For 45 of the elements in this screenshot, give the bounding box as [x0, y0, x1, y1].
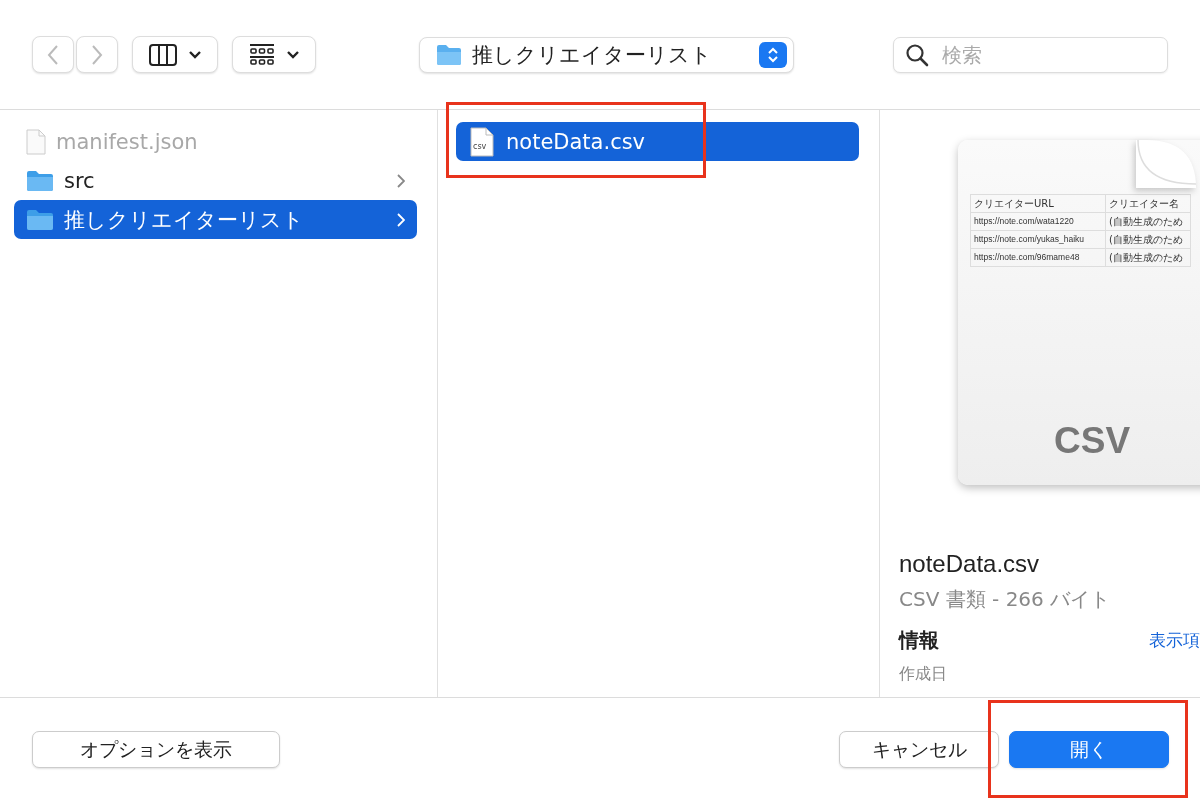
search-field[interactable]: 検索 — [893, 36, 1168, 73]
chevron-down-icon — [287, 50, 299, 59]
columns-icon — [149, 43, 177, 66]
file-type-label: CSV — [1054, 420, 1131, 462]
table-cell: (自動生成のため — [1106, 249, 1191, 267]
stepper-icon — [759, 41, 787, 68]
table-cell: https://note.com/96mame48 — [971, 249, 1106, 267]
chevron-down-icon — [189, 50, 201, 59]
back-icon — [46, 43, 60, 66]
file-name: noteData.csv — [899, 550, 1041, 578]
table-cell: https://note.com/yukas_haiku — [971, 231, 1106, 249]
created-label: 作成日 — [899, 664, 948, 685]
table-cell: クリエイター名 — [1106, 195, 1191, 213]
show-more-link[interactable]: 表示項 — [1149, 629, 1200, 652]
file-type-label: csv — [473, 142, 487, 151]
folder-icon — [26, 208, 54, 231]
forward-icon — [90, 43, 104, 66]
search-icon — [905, 42, 929, 67]
cancel-button[interactable]: キャンセル — [839, 731, 999, 768]
file-icon — [26, 128, 46, 155]
folder-icon — [26, 169, 54, 192]
sidebar-item[interactable]: src — [14, 161, 417, 200]
path-popup[interactable]: 推しクリエイターリスト — [419, 36, 794, 73]
csv-file-icon — [470, 126, 494, 157]
column-view-button[interactable] — [132, 36, 218, 73]
options-button[interactable]: オプションを表示 — [32, 731, 280, 768]
group-button[interactable] — [232, 36, 316, 73]
item-name: src — [64, 168, 96, 193]
item-name: manifest.json — [56, 129, 199, 154]
item-name: 推しクリエイターリスト — [64, 206, 305, 234]
folder-icon — [436, 43, 462, 66]
file-kind-size: CSV 書類 - 266 バイト — [899, 586, 1112, 613]
info-heading: 情報 — [899, 627, 939, 654]
sidebar-item[interactable]: 推しクリエイターリスト — [14, 200, 417, 239]
file-name: noteData.csv — [506, 129, 646, 154]
chevron-icon — [397, 212, 405, 227]
table-cell: (自動生成のため — [1106, 213, 1191, 231]
page-curl — [1136, 140, 1196, 188]
grid-icon — [249, 42, 275, 67]
table-cell: クリエイターURL — [971, 195, 1106, 213]
table-cell: https://note.com/wata1220 — [971, 213, 1106, 231]
file-item[interactable]: csv noteData.csv — [456, 122, 859, 161]
table-cell: (自動生成のため — [1106, 231, 1191, 249]
chevron-icon — [397, 173, 405, 188]
open-button[interactable]: 開く — [1009, 731, 1169, 768]
